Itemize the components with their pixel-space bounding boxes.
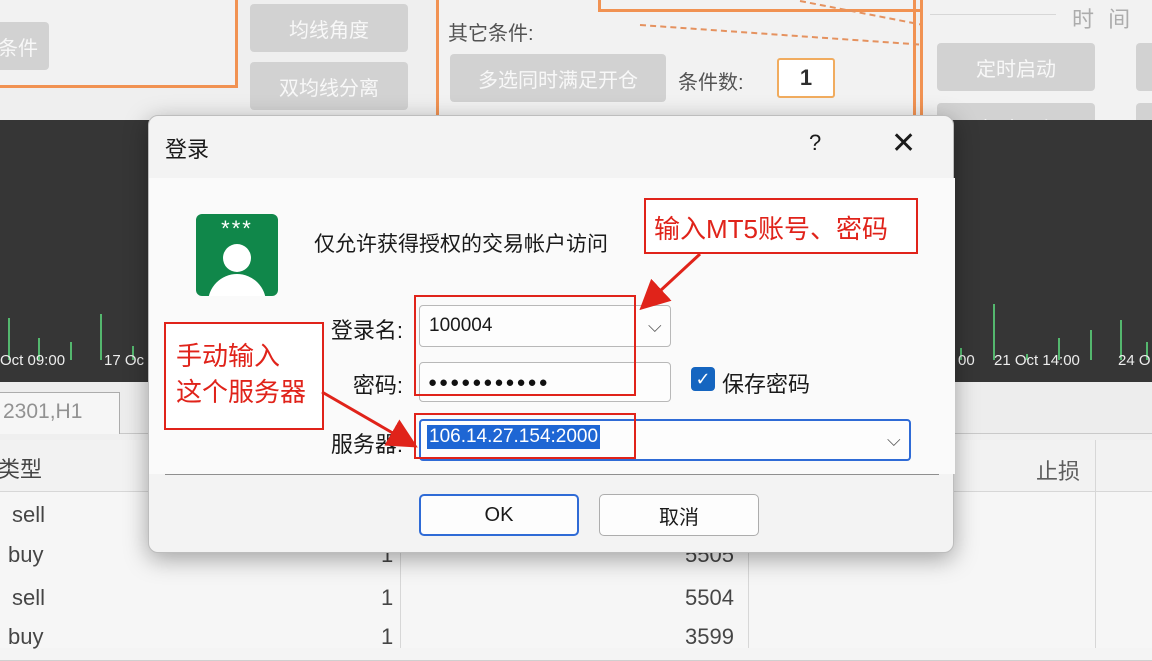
annotation-note-server-line2: 这个服务器 [176, 377, 307, 407]
annotation-note-server: 手动输入 这个服务器 [164, 322, 324, 430]
ok-button[interactable]: OK [419, 494, 579, 536]
chevron-down-icon[interactable]: ⌵ [887, 430, 901, 451]
ok-label: OK [484, 503, 514, 526]
dialog-title: 登录 [165, 137, 210, 162]
info-text: 仅允许获得授权的交易帐户访问 [314, 233, 608, 256]
save-password-label[interactable]: 保存密码 [722, 367, 810, 399]
annotation-note-server-line1: 手动输入 [176, 341, 281, 371]
close-icon[interactable]: ✕ [891, 126, 916, 161]
avatar-stars: *** [221, 216, 253, 241]
dialog-separator [165, 474, 939, 475]
chevron-down-icon[interactable]: ⌵ [648, 316, 662, 337]
annotation-note-credentials-text: 输入MT5账号、密码 [654, 214, 889, 244]
annotation-note-credentials: 输入MT5账号、密码 [644, 198, 918, 254]
server-label: 服务器: [330, 432, 403, 457]
cancel-button[interactable]: 取消 [599, 494, 759, 536]
account-avatar-icon: *** [196, 214, 278, 296]
cancel-label: 取消 [659, 506, 699, 529]
help-button[interactable]: ? [809, 130, 821, 156]
annotation-highlight-credentials [414, 295, 636, 396]
save-password-checkbox[interactable]: ✓ [691, 367, 715, 391]
annotation-highlight-server [414, 413, 636, 459]
check-icon: ✓ [695, 368, 711, 389]
